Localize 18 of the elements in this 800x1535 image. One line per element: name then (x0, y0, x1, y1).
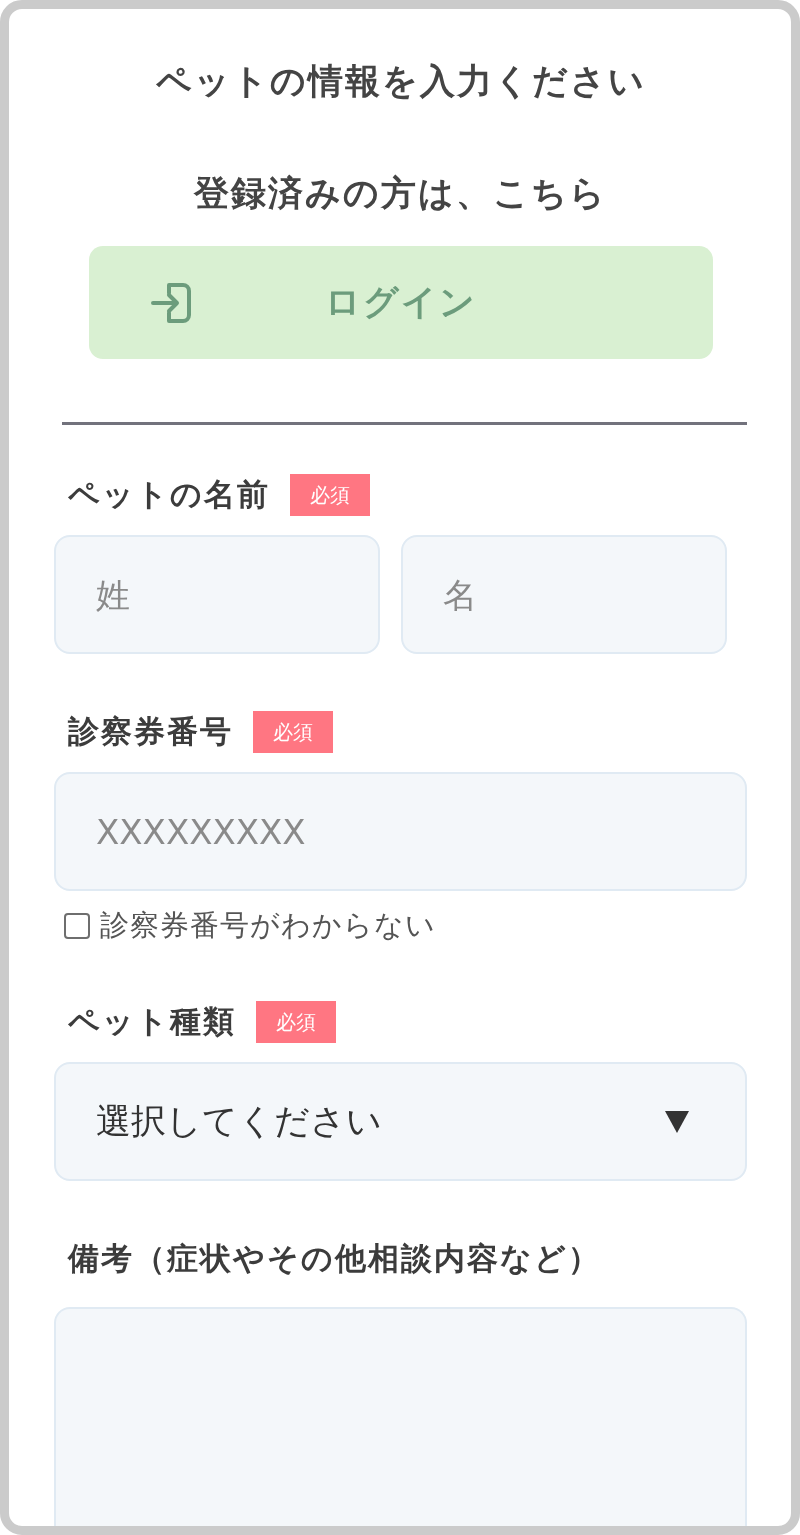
page-title: ペットの情報を入力ください (155, 60, 646, 103)
input-field[interactable]: XXXXXXXXX (54, 772, 747, 891)
field-label: ペットの名前 (68, 475, 270, 514)
checkbox-label[interactable]: 診察券番号がわからない (100, 906, 436, 946)
required-badge: 必須 (290, 474, 370, 516)
dropdown-triangle-icon (665, 1110, 689, 1133)
select-field[interactable]: 選択してください (54, 1062, 747, 1181)
checkbox[interactable] (64, 913, 90, 939)
input-field[interactable]: 名 (401, 535, 727, 654)
field-label: 診察券番号 (68, 712, 233, 751)
login-prompt: 登録済みの方は、こちら (194, 172, 607, 215)
textarea-field[interactable] (54, 1307, 747, 1526)
field-label: 備考（症状やその他相談内容など） (68, 1239, 601, 1278)
required-badge: 必須 (256, 1001, 336, 1043)
input-field[interactable]: 姓 (54, 535, 380, 654)
field-label: ペット種類 (68, 1002, 236, 1041)
required-badge: 必須 (253, 711, 333, 753)
login-icon (148, 280, 193, 325)
